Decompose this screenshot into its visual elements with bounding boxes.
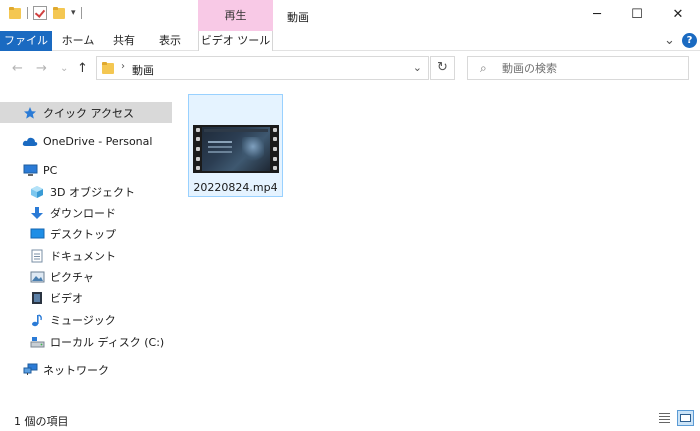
tab-home[interactable]: ホーム: [58, 31, 98, 51]
sidebar-item-desktop[interactable]: デスクトップ: [0, 223, 172, 244]
sidebar-item-documents[interactable]: ドキュメント: [0, 245, 172, 266]
sidebar-item-label: ビデオ: [50, 291, 83, 305]
sidebar-item-pc[interactable]: PC: [0, 160, 172, 181]
window-title: 動画: [287, 11, 309, 24]
status-item-count: 1 個の項目: [14, 415, 69, 428]
sidebar-item-network[interactable]: ネットワーク: [0, 359, 172, 380]
address-bar[interactable]: › 動画 ⌄: [96, 56, 429, 80]
search-box[interactable]: ⌕: [467, 56, 689, 80]
quick-access-toolbar: ▾: [8, 6, 82, 20]
minimize-button[interactable]: ─: [582, 4, 612, 26]
back-button[interactable]: ←: [12, 61, 23, 76]
desktop-icon: [29, 226, 45, 242]
address-dropdown-icon[interactable]: ⌄: [413, 61, 422, 74]
sidebar-item-label: ドキュメント: [50, 249, 116, 263]
sidebar-item-label: ピクチャ: [50, 270, 94, 284]
navigation-pane: クイック アクセス OneDrive - Personal PC 3D オブジェ…: [0, 91, 174, 406]
sidebar-item-label: デスクトップ: [50, 227, 116, 241]
breadcrumb-videos[interactable]: 動画: [132, 62, 154, 78]
forward-button[interactable]: →: [36, 61, 47, 76]
sidebar-item-label: OneDrive - Personal: [43, 135, 153, 148]
ribbon-tabs: ファイル ホーム 共有 表示 ビデオ ツール ⌄ ?: [0, 31, 700, 51]
sidebar-item-local-disk[interactable]: ローカル ディスク (C:): [0, 331, 172, 352]
tab-file[interactable]: ファイル: [0, 31, 52, 51]
sidebar-item-label: PC: [43, 164, 58, 177]
tab-share[interactable]: 共有: [106, 31, 142, 51]
toolbar-separator: [27, 7, 28, 19]
sidebar-item-music[interactable]: ミュージック: [0, 309, 172, 330]
sidebar-item-quick-access[interactable]: クイック アクセス: [0, 102, 172, 123]
file-name: 20220824.mp4: [193, 181, 278, 194]
sidebar-item-label: ネットワーク: [43, 363, 109, 377]
toolbar-separator: [80, 7, 82, 19]
help-icon[interactable]: ?: [682, 33, 697, 48]
up-button[interactable]: ↑: [77, 61, 88, 76]
cloud-icon: [22, 134, 38, 150]
properties-icon[interactable]: [33, 6, 47, 20]
sidebar-item-label: 3D オブジェクト: [50, 185, 135, 199]
sidebar-item-label: ダウンロード: [50, 206, 116, 220]
tab-video-tools[interactable]: ビデオ ツール: [198, 31, 273, 51]
title-bar: ▾ 再生 動画 ─ ☐ ✕: [0, 0, 700, 31]
sidebar-item-label: ローカル ディスク (C:): [50, 335, 165, 349]
sidebar-item-3d-objects[interactable]: 3D オブジェクト: [0, 181, 172, 202]
customize-toolbar-icon[interactable]: ▾: [71, 8, 76, 18]
search-input[interactable]: [502, 60, 682, 76]
close-button[interactable]: ✕: [663, 4, 693, 26]
cube-icon: [29, 184, 45, 200]
sidebar-item-videos[interactable]: ビデオ: [0, 287, 172, 308]
large-icons-view-button[interactable]: [677, 410, 694, 426]
folder-icon[interactable]: [8, 6, 22, 20]
music-icon: [29, 312, 45, 328]
star-icon: [22, 105, 38, 121]
ribbon-expand-icon[interactable]: ⌄: [664, 31, 675, 51]
video-icon: [29, 290, 45, 306]
context-tab-header: 再生: [198, 0, 273, 31]
video-thumbnail-icon: [193, 125, 279, 173]
download-icon: [29, 205, 45, 221]
refresh-button[interactable]: ↻: [430, 56, 455, 80]
network-icon: [22, 362, 38, 378]
breadcrumb-separator[interactable]: ›: [121, 61, 125, 72]
new-folder-icon[interactable]: [52, 6, 66, 20]
recent-locations-button[interactable]: ⌄: [60, 63, 68, 74]
maximize-button[interactable]: ☐: [622, 4, 652, 26]
pc-icon: [22, 163, 38, 179]
sidebar-item-downloads[interactable]: ダウンロード: [0, 202, 172, 223]
search-icon: ⌕: [480, 61, 487, 75]
sidebar-item-onedrive[interactable]: OneDrive - Personal: [0, 131, 172, 152]
sidebar-item-pictures[interactable]: ピクチャ: [0, 266, 172, 287]
drive-icon: [29, 334, 45, 350]
picture-icon: [29, 269, 45, 285]
folder-icon: [101, 61, 115, 75]
file-item[interactable]: 20220824.mp4: [188, 94, 283, 197]
document-icon: [29, 248, 45, 264]
sidebar-item-label: クイック アクセス: [43, 106, 134, 120]
tab-view[interactable]: 表示: [152, 31, 188, 51]
sidebar-item-label: ミュージック: [50, 313, 116, 327]
details-view-button[interactable]: [656, 410, 673, 426]
